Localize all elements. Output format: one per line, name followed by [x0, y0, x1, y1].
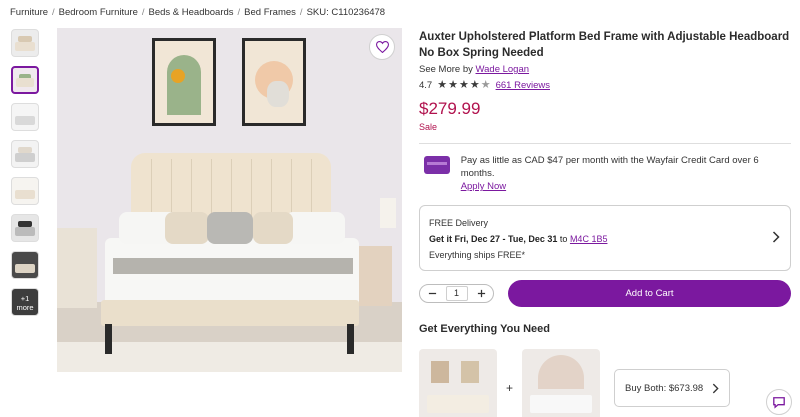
apply-now-link[interactable]: Apply Now	[461, 181, 506, 192]
breadcrumb-bed-frames[interactable]: Bed Frames	[244, 7, 296, 18]
rating-value: 4.7	[419, 80, 433, 91]
postal-code-link[interactable]: M4C 1B5	[570, 234, 608, 244]
breadcrumb-beds-headboards[interactable]: Beds & Headboards	[149, 7, 234, 18]
credit-card-icon	[424, 156, 450, 174]
product-title: Auxter Upholstered Platform Bed Frame wi…	[419, 31, 790, 59]
thumbnail-2[interactable]	[11, 66, 39, 94]
plus-icon	[477, 289, 485, 298]
delivery-box[interactable]: FREE Delivery Get it Fri, Dec 27 - Tue, …	[419, 205, 791, 271]
rating-row: 4.7 ★ ★ ★ ★ ★ 661 Reviews	[419, 80, 791, 92]
thumbnail-6[interactable]	[11, 214, 39, 242]
wall-art-sunflower	[152, 38, 216, 126]
buy-both-button[interactable]: Buy Both: $673.98	[614, 369, 731, 407]
sku-label: SKU: C110236478	[306, 7, 386, 18]
bundle-item-bed[interactable]	[419, 349, 497, 417]
thumbnail-3[interactable]	[11, 103, 39, 131]
price: $279.99	[419, 99, 481, 118]
credit-offer-text: Pay as little as CAD $47 per month with …	[460, 155, 759, 179]
delivery-dates: Get it Fri, Dec 27 - Tue, Dec 31	[429, 234, 558, 244]
cart-row: 1 Add to Cart	[419, 280, 791, 307]
delivery-note: Everything ships FREE*	[429, 250, 526, 260]
breadcrumb-bedroom-furniture[interactable]: Bedroom Furniture	[59, 7, 138, 18]
heart-icon	[375, 41, 389, 53]
breadcrumb-furniture[interactable]: Furniture	[10, 7, 48, 18]
credit-offer: Pay as little as CAD $47 per month with …	[419, 154, 791, 193]
chat-icon	[773, 396, 785, 409]
increase-quantity-button[interactable]	[473, 287, 489, 301]
thumbnail-7[interactable]	[11, 251, 39, 279]
quantity-stepper: 1	[419, 284, 494, 303]
bundle-plus: +	[506, 381, 514, 395]
breadcrumb-separator: /	[52, 7, 55, 18]
chevron-right-icon	[712, 383, 719, 393]
add-to-cart-button[interactable]: Add to Cart	[508, 280, 791, 307]
quantity-input[interactable]: 1	[445, 286, 468, 301]
chat-button[interactable]	[766, 389, 792, 415]
breadcrumb: Furniture / Bedroom Furniture / Beds & Headb…	[10, 7, 385, 18]
star-icon: ★	[448, 79, 458, 91]
delivery-to: to	[559, 234, 568, 244]
chevron-right-icon	[772, 231, 780, 243]
divider	[419, 143, 791, 144]
thumbnail-strip: +1 more	[11, 29, 39, 325]
bundle-heading: Get Everything You Need	[419, 323, 551, 335]
see-more-by: See More by Wade Logan	[419, 64, 791, 75]
bundle-row: + Buy Both: $673.98	[419, 349, 791, 417]
wall-art-abstract	[242, 38, 306, 126]
sale-label: Sale	[419, 122, 438, 132]
thumbnail-1[interactable]	[11, 29, 39, 57]
delivery-estimate: Get it Fri, Dec 27 - Tue, Dec 31 to M4C …	[429, 234, 781, 244]
main-product-image	[57, 28, 402, 372]
star-half-icon: ★	[480, 79, 491, 91]
breadcrumb-separator: /	[141, 7, 145, 18]
star-icon: ★	[458, 79, 469, 91]
buy-both-label: Buy Both: $673.98	[625, 382, 704, 394]
breadcrumb-separator: /	[237, 7, 241, 18]
thumbnail-5[interactable]	[11, 177, 39, 205]
decrease-quantity-button[interactable]	[424, 287, 440, 301]
see-more-prefix: See More by	[419, 64, 473, 75]
minus-icon	[428, 292, 436, 295]
star-icon: ★	[469, 79, 480, 91]
delivery-heading: FREE Delivery	[429, 218, 489, 228]
bundle-item-mattress[interactable]	[522, 349, 601, 417]
thumbnail-more[interactable]: +1 more	[11, 288, 39, 316]
brand-link[interactable]: Wade Logan	[476, 64, 530, 75]
thumbnail-4[interactable]	[11, 140, 39, 168]
breadcrumb-separator: /	[299, 7, 303, 18]
reviews-link[interactable]: 661 Reviews	[496, 80, 550, 91]
favorite-button[interactable]	[369, 34, 395, 60]
star-icon: ★	[437, 79, 448, 91]
rating-stars: ★ ★ ★ ★ ★	[437, 80, 490, 91]
product-info: Auxter Upholstered Platform Bed Frame wi…	[419, 29, 791, 417]
